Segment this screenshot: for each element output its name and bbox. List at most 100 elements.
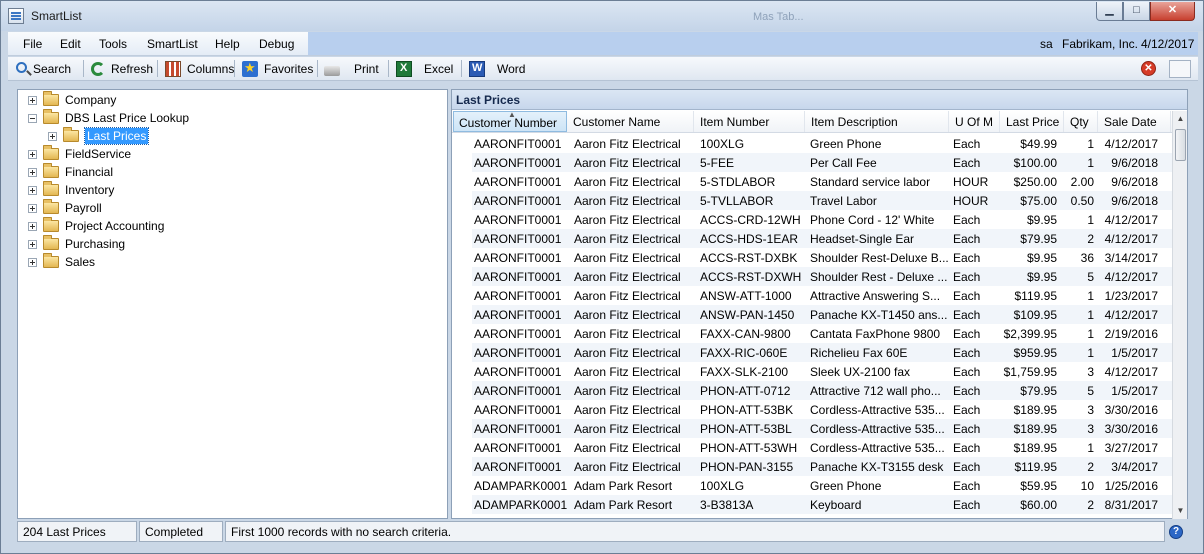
- tree-item-fieldservice[interactable]: FieldService: [28, 145, 131, 163]
- refresh-button[interactable]: Refresh: [91, 60, 153, 78]
- cell-sale-date: 4/12/2017: [1104, 213, 1158, 227]
- column-header-customer-number[interactable]: ▲ Customer Number: [453, 110, 567, 132]
- table-row[interactable]: AARONFIT0001 Aaron Fitz Electrical PHON-AT…: [472, 381, 1172, 400]
- favorites-button[interactable]: Favorites: [242, 60, 313, 78]
- columns-button[interactable]: Columns: [165, 60, 234, 78]
- column-header-label: Sale Date: [1104, 115, 1157, 129]
- table-row[interactable]: AARONFIT0001 Aaron Fitz Electrical 5-FEE Pe…: [472, 153, 1172, 172]
- refresh-button-label: Refresh: [111, 62, 154, 76]
- menu-smartlist[interactable]: SmartList: [147, 37, 198, 51]
- cell-sale-date: 4/12/2017: [1104, 270, 1158, 284]
- expand-plus-icon[interactable]: [28, 257, 37, 267]
- close-smartlist-button[interactable]: ✕: [1141, 61, 1156, 76]
- expand-plus-icon[interactable]: [48, 131, 57, 141]
- table-row[interactable]: AARONFIT0001 Aaron Fitz Electrical ACCS-RS…: [472, 248, 1172, 267]
- results-rows: AARONFIT0001 Aaron Fitz Electrical 100XLG G…: [472, 134, 1172, 519]
- table-row[interactable]: AARONFIT0001 Aaron Fitz Electrical PHON-AT…: [472, 419, 1172, 438]
- cell-customer-number: AARONFIT0001: [474, 384, 562, 398]
- cell-item-description: Headset-Single Ear: [810, 232, 915, 246]
- table-row[interactable]: AARONFIT0001 Aaron Fitz Electrical ACCS-HD…: [472, 229, 1172, 248]
- cell-last-price: $9.95: [1026, 251, 1057, 265]
- expand-plus-icon[interactable]: [28, 239, 37, 249]
- table-row[interactable]: ADAMPARK0001 Adam Park Resort 100XLG Green …: [472, 476, 1172, 495]
- column-header-qty[interactable]: Qty: [1065, 111, 1098, 132]
- cell-item-number: FAXX-SLK-2100: [700, 365, 789, 379]
- minimize-button[interactable]: ▁: [1096, 2, 1123, 21]
- cell-item-description: Cordless-Attractive 535...: [810, 441, 945, 455]
- tree-item-purchasing[interactable]: Purchasing: [28, 235, 125, 253]
- expand-plus-icon[interactable]: [28, 185, 37, 195]
- scrollbar-thumb[interactable]: [1175, 129, 1186, 161]
- column-header-sale-date[interactable]: Sale Date: [1099, 111, 1171, 132]
- menu-tools[interactable]: Tools: [99, 37, 127, 51]
- expand-plus-icon[interactable]: [28, 203, 37, 213]
- tree-item-inventory[interactable]: Inventory: [28, 181, 114, 199]
- column-header-item-description[interactable]: Item Description: [806, 111, 949, 132]
- table-row[interactable]: AARONFIT0001 Aaron Fitz Electrical FAXX-SL…: [472, 362, 1172, 381]
- cell-item-description: Green Phone: [810, 137, 882, 151]
- menu-help[interactable]: Help: [215, 37, 240, 51]
- expand-plus-icon[interactable]: [28, 149, 37, 159]
- table-row[interactable]: AARONFIT0001 Aaron Fitz Electrical 100XLG G…: [472, 134, 1172, 153]
- menu-file[interactable]: File: [23, 37, 42, 51]
- table-row[interactable]: AARONFIT0001 Aaron Fitz Electrical PHON-PA…: [472, 457, 1172, 476]
- scroll-up-icon[interactable]: ▲: [1173, 111, 1188, 127]
- column-header-u-of-m[interactable]: U Of M: [950, 111, 1000, 132]
- collapse-minus-icon[interactable]: [28, 113, 37, 123]
- current-company: Fabrikam, Inc.: [1062, 37, 1139, 51]
- cell-item-description: Panache KX-T1450 ans...: [810, 308, 948, 322]
- table-row[interactable]: AARONFIT0001 Aaron Fitz Electrical ACCS-CR…: [472, 210, 1172, 229]
- excel-button[interactable]: Excel: [396, 60, 453, 78]
- cell-item-description: Green Phone: [810, 479, 882, 493]
- cell-item-description: Standard service labor: [810, 175, 931, 189]
- cell-last-price: $189.95: [1013, 441, 1057, 455]
- tree-item-last-prices[interactable]: Last Prices: [48, 127, 150, 145]
- tree-item-sales[interactable]: Sales: [28, 253, 95, 271]
- table-row[interactable]: AARONFIT0001 Aaron Fitz Electrical 5-STDLA…: [472, 172, 1172, 191]
- cell-qty: 0.50: [1070, 194, 1094, 208]
- table-row[interactable]: AARONFIT0001 Aaron Fitz Electrical 5-TVLLA…: [472, 191, 1172, 210]
- cell-sale-date: 1/5/2017: [1111, 346, 1158, 360]
- cell-qty: 1: [1087, 327, 1094, 341]
- table-row[interactable]: AARONFIT0001 Aaron Fitz Electrical FAXX-CA…: [472, 324, 1172, 343]
- table-row[interactable]: ADAMPARK0001 Adam Park Resort 3-B3813A Keyb…: [472, 495, 1172, 514]
- close-window-button[interactable]: ✕: [1150, 2, 1195, 21]
- table-row[interactable]: AARONFIT0001 Aaron Fitz Electrical FAXX-RI…: [472, 343, 1172, 362]
- table-row[interactable]: AARONFIT0001 Aaron Fitz Electrical ANSW-AT…: [472, 286, 1172, 305]
- cell-last-price: $9.95: [1026, 213, 1057, 227]
- expand-plus-icon[interactable]: [28, 95, 37, 105]
- menu-debug[interactable]: Debug: [259, 37, 294, 51]
- cell-item-number: PHON-ATT-53BL: [700, 422, 792, 436]
- maximize-button[interactable]: □: [1123, 2, 1150, 21]
- column-header-customer-name[interactable]: Customer Name: [568, 111, 694, 132]
- tree-item-dbs-last-price-lookup[interactable]: DBS Last Price Lookup: [28, 109, 189, 127]
- scroll-down-icon[interactable]: ▼: [1173, 503, 1188, 519]
- word-button[interactable]: Word: [469, 60, 525, 78]
- toolbar-options-box[interactable]: [1169, 60, 1191, 78]
- help-button[interactable]: ?: [1169, 525, 1183, 539]
- print-button[interactable]: Print: [324, 60, 379, 78]
- cell-u-of-m: Each: [953, 137, 981, 151]
- table-row[interactable]: AARONFIT0001 Aaron Fitz Electrical ACCS-RS…: [472, 267, 1172, 286]
- column-header-item-number[interactable]: Item Number: [695, 111, 805, 132]
- tree-item-project-accounting[interactable]: Project Accounting: [28, 217, 164, 235]
- search-button[interactable]: Search: [16, 60, 71, 78]
- cell-last-price: $60.00: [1020, 498, 1057, 512]
- table-row[interactable]: AARONFIT0001 Aaron Fitz Electrical PHON-AT…: [472, 400, 1172, 419]
- toolbar-separator: [83, 60, 84, 77]
- table-row[interactable]: AARONFIT0001 Aaron Fitz Electrical PHON-AT…: [472, 438, 1172, 457]
- table-row[interactable]: AARONFIT0001 Aaron Fitz Electrical ANSW-PA…: [472, 305, 1172, 324]
- menu-edit[interactable]: Edit: [60, 37, 81, 51]
- cell-last-price: $189.95: [1013, 403, 1057, 417]
- cell-item-description: Richelieu Fax 60E: [810, 346, 908, 360]
- folder-icon: [63, 127, 79, 142]
- expand-plus-icon[interactable]: [28, 221, 37, 231]
- cell-item-description: Shoulder Rest - Deluxe ...: [810, 270, 948, 284]
- tree-item-financial[interactable]: Financial: [28, 163, 113, 181]
- expand-plus-icon[interactable]: [28, 167, 37, 177]
- tree-item-company[interactable]: Company: [28, 91, 116, 109]
- vertical-scrollbar[interactable]: ▲ ▼: [1172, 111, 1187, 519]
- column-header-last-price[interactable]: Last Price: [1001, 111, 1064, 132]
- cell-u-of-m: Each: [953, 422, 981, 436]
- tree-item-payroll[interactable]: Payroll: [28, 199, 102, 217]
